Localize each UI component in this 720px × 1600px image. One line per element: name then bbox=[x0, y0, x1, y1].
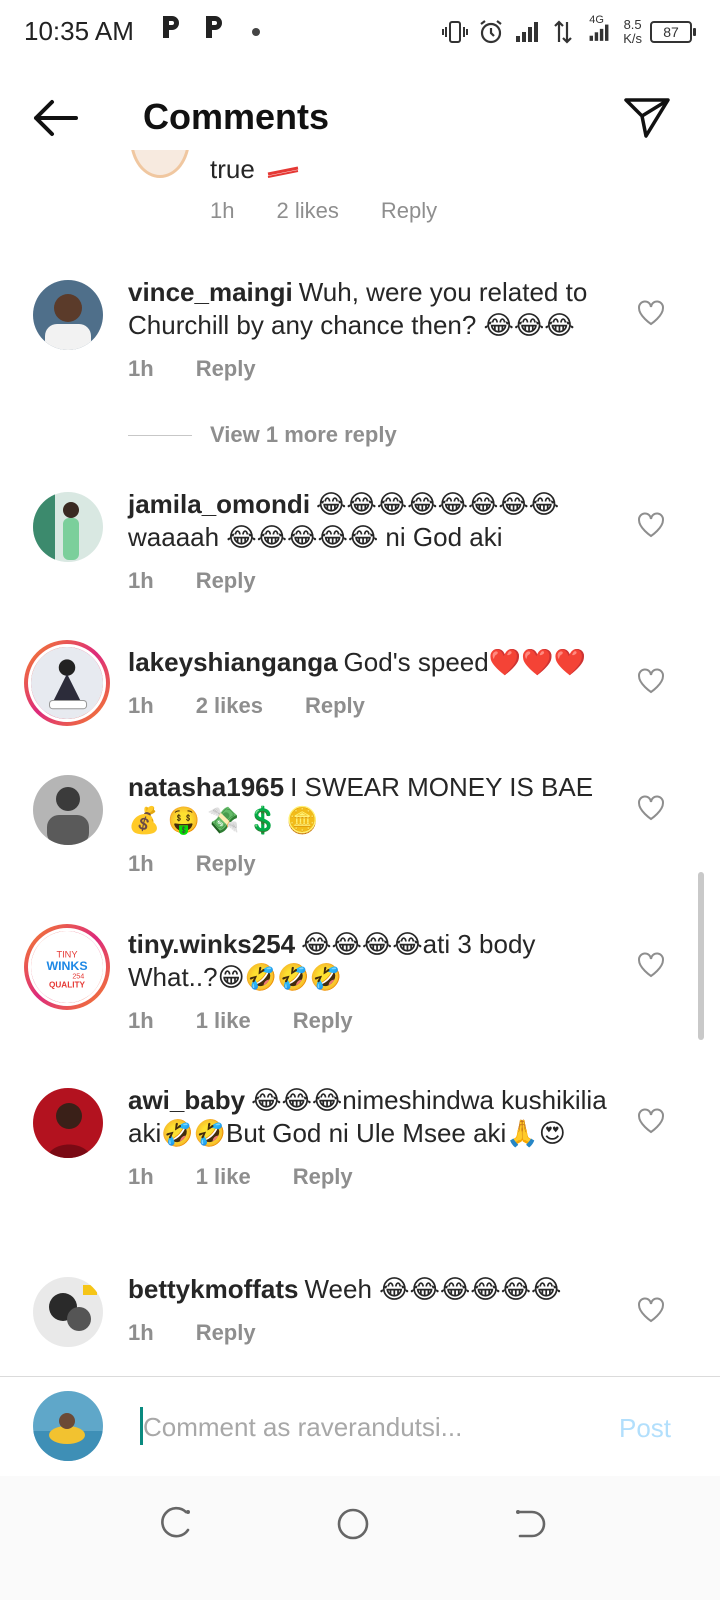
comment-list[interactable]: true 1h 2 likes Reply vince_maingi Wuh, w… bbox=[0, 150, 720, 1376]
comment-body: lakeyshianganga God's speed❤️❤️❤️ 1h 2 li… bbox=[128, 646, 608, 722]
svg-text:254: 254 bbox=[72, 971, 84, 980]
reply-button[interactable]: Reply bbox=[305, 689, 365, 722]
status-bar: 10:35 AM 4G 8.5 K/s 87 bbox=[0, 0, 720, 64]
avatar[interactable] bbox=[130, 150, 190, 178]
back-arrow-icon[interactable] bbox=[28, 94, 80, 142]
heart-icon[interactable] bbox=[637, 952, 665, 978]
comment-time: 1h bbox=[128, 1320, 154, 1345]
comment-body: bettykmoffats Weeh 😂😂😂😂😂😂 1h Reply bbox=[128, 1273, 608, 1349]
comment-username[interactable]: jamila_omondi bbox=[128, 489, 310, 519]
comment-meta: 1h 2 likes Reply bbox=[210, 198, 438, 224]
notification-p-icon bbox=[206, 16, 222, 38]
notification-p-icon bbox=[163, 16, 179, 38]
divider bbox=[128, 434, 192, 436]
comment-meta: 1h Reply bbox=[128, 847, 608, 880]
avatar[interactable] bbox=[33, 492, 103, 562]
post-button[interactable]: Post bbox=[619, 1413, 671, 1444]
comment-body: awi_baby 😂😂😂nimeshindwa kushikilia aki🤣🤣B… bbox=[128, 1084, 608, 1193]
signal-4g-icon: 4G bbox=[585, 14, 615, 46]
paper-plane-icon[interactable] bbox=[622, 92, 672, 142]
heart-icon[interactable] bbox=[637, 1108, 665, 1134]
avatar[interactable] bbox=[24, 640, 110, 726]
back-nav-icon[interactable] bbox=[510, 1504, 550, 1544]
comment-username[interactable]: lakeyshianganga bbox=[128, 647, 338, 677]
comment-body: vince_maingi Wuh, were you related to Chu… bbox=[128, 276, 608, 385]
comment-meta: 1h Reply bbox=[128, 352, 608, 385]
home-icon[interactable] bbox=[333, 1504, 373, 1544]
status-time: 10:35 AM bbox=[24, 16, 134, 46]
reply-button[interactable]: Reply bbox=[196, 352, 256, 385]
alarm-icon bbox=[480, 20, 502, 44]
reply-button[interactable]: Reply bbox=[196, 847, 256, 880]
comment-username[interactable]: bettykmoffats bbox=[128, 1274, 298, 1304]
comment-time: 1h bbox=[128, 1008, 154, 1033]
comment-meta: 1h 2 likes Reply bbox=[128, 689, 608, 722]
data-transfer-icon bbox=[554, 20, 572, 44]
comment-body: natasha1965 I SWEAR MONEY IS BAE 💰 🤑 💸 💲 … bbox=[128, 771, 608, 880]
likes-link[interactable]: 2 likes bbox=[276, 198, 338, 224]
flag-emoji-icon bbox=[267, 166, 299, 178]
likes-link[interactable]: 2 likes bbox=[196, 689, 263, 722]
reply-button[interactable]: Reply bbox=[293, 1160, 353, 1193]
comment-meta: 1h 1 like Reply bbox=[128, 1004, 608, 1037]
comment-composer: Post bbox=[0, 1376, 720, 1476]
comment-time: 1h bbox=[128, 1164, 154, 1189]
heart-icon[interactable] bbox=[637, 1297, 665, 1323]
comment-username[interactable]: awi_baby bbox=[128, 1085, 245, 1115]
avatar[interactable] bbox=[33, 1088, 103, 1158]
heart-icon[interactable] bbox=[637, 512, 665, 538]
comment-body: tiny.winks254 😂😂😂😂ati 3 body What..?😁🤣🤣🤣 … bbox=[128, 928, 608, 1037]
likes-link[interactable]: 1 like bbox=[196, 1160, 251, 1193]
comment-username[interactable]: vince_maingi bbox=[128, 277, 293, 307]
battery-icon: 87 bbox=[650, 21, 696, 43]
comment-input[interactable] bbox=[143, 1407, 583, 1447]
comment-username[interactable]: natasha1965 bbox=[128, 772, 284, 802]
heart-icon[interactable] bbox=[637, 300, 665, 326]
scrollbar[interactable] bbox=[698, 872, 704, 1040]
comment-meta: 1h Reply bbox=[128, 564, 608, 597]
avatar[interactable] bbox=[33, 1391, 103, 1461]
comment-text: God's speed❤️❤️❤️ bbox=[343, 647, 586, 677]
view-more-label[interactable]: View 1 more reply bbox=[210, 422, 397, 448]
signal-icon bbox=[516, 22, 539, 42]
heart-icon[interactable] bbox=[637, 668, 665, 694]
comment-username[interactable]: tiny.winks254 bbox=[128, 929, 295, 959]
comment-meta: 1h Reply bbox=[128, 1316, 608, 1349]
avatar[interactable]: TINY WINKS 254 QUALITY bbox=[24, 924, 110, 1010]
comment-body: jamila_omondi 😂😂😂😂😂😂😂😂 waaaah 😂😂😂😂😂 ni Go… bbox=[128, 488, 608, 597]
vibrate-icon bbox=[442, 21, 469, 43]
status-icons: 4G 8.5 K/s 87 bbox=[441, 12, 696, 52]
reply-button[interactable]: Reply bbox=[293, 1004, 353, 1037]
comment-time: 1h bbox=[128, 693, 154, 718]
comment-meta: 1h 1 like Reply bbox=[128, 1160, 608, 1193]
svg-text:QUALITY: QUALITY bbox=[49, 981, 86, 990]
avatar[interactable] bbox=[33, 1277, 103, 1347]
avatar[interactable] bbox=[33, 775, 103, 845]
network-speed: 8.5 K/s bbox=[623, 17, 642, 46]
likes-link[interactable]: 1 like bbox=[196, 1004, 251, 1037]
avatar[interactable] bbox=[33, 280, 103, 350]
partial-comment: true 1h 2 likes Reply bbox=[0, 150, 720, 240]
reply-button[interactable]: Reply bbox=[196, 1316, 256, 1349]
heart-icon[interactable] bbox=[637, 795, 665, 821]
comment-text: true bbox=[210, 154, 300, 185]
comment-text: Weeh 😂😂😂😂😂😂 bbox=[304, 1274, 562, 1304]
reply-button[interactable]: Reply bbox=[381, 198, 437, 224]
reply-button[interactable]: Reply bbox=[196, 564, 256, 597]
recents-icon[interactable] bbox=[156, 1504, 196, 1544]
system-nav-bar bbox=[0, 1476, 720, 1600]
comment-time: 1h bbox=[128, 851, 154, 876]
comment-time: 1h bbox=[128, 356, 154, 381]
view-more-replies[interactable]: View 1 more reply bbox=[128, 420, 397, 450]
notification-dot-icon bbox=[252, 28, 260, 36]
comment-time: 1h bbox=[128, 568, 154, 593]
page-title: Comments bbox=[143, 96, 330, 137]
